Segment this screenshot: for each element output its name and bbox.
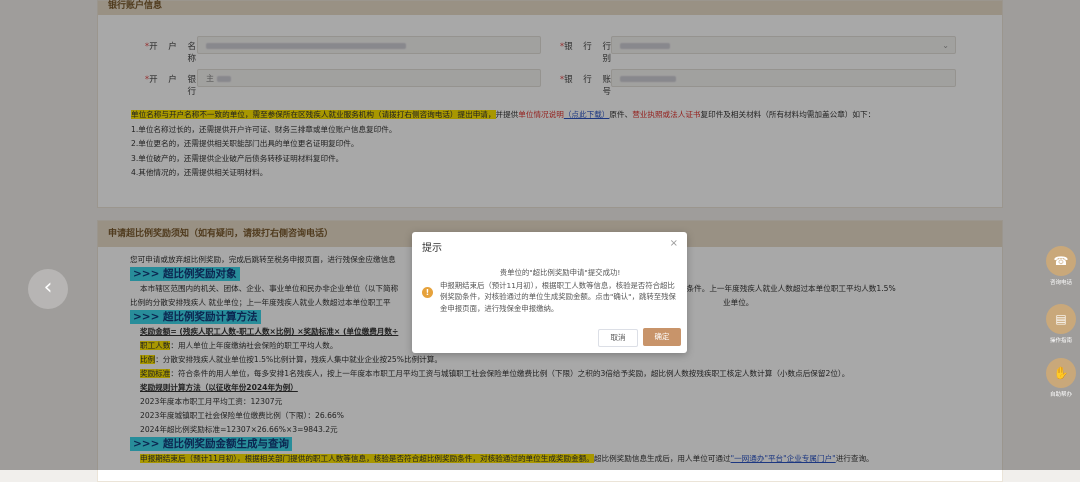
dialog-title: 提示 [422, 243, 442, 254]
cancel-button[interactable]: 取消 [598, 329, 638, 347]
phone-icon: ☎ [1046, 246, 1076, 276]
handshake-icon: ✋ [1046, 358, 1076, 388]
chevron-left-icon[interactable]: ‹ [28, 269, 68, 309]
warning-icon: ! [422, 287, 433, 298]
guide-icon: ▤ [1046, 304, 1076, 334]
self-help-button[interactable]: ✋ 自助帮办 [1045, 358, 1077, 398]
operation-guide-button[interactable]: ▤ 操作指南 [1045, 304, 1077, 344]
confirm-button[interactable]: 确定 [643, 328, 681, 346]
success-dialog: 提示 × ! 贵单位的"超比例奖励申请"提交成功! 申报期结束后（预计11月初）… [412, 232, 687, 353]
dialog-message: 贵单位的"超比例奖励申请"提交成功! 申报期结束后（预计11月初），根据职工人数… [440, 268, 676, 313]
close-icon[interactable]: × [670, 238, 678, 249]
consult-phone-button[interactable]: ☎ 咨询电话 [1045, 246, 1077, 286]
